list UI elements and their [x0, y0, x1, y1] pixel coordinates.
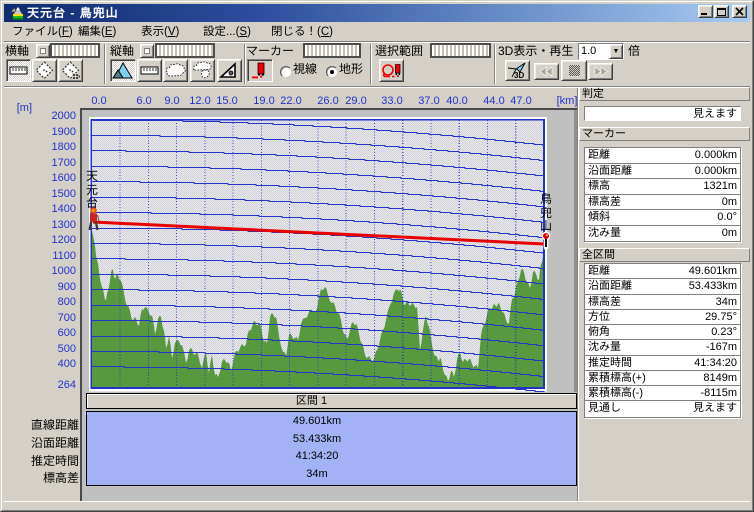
svg-text:3D: 3D	[514, 71, 524, 80]
